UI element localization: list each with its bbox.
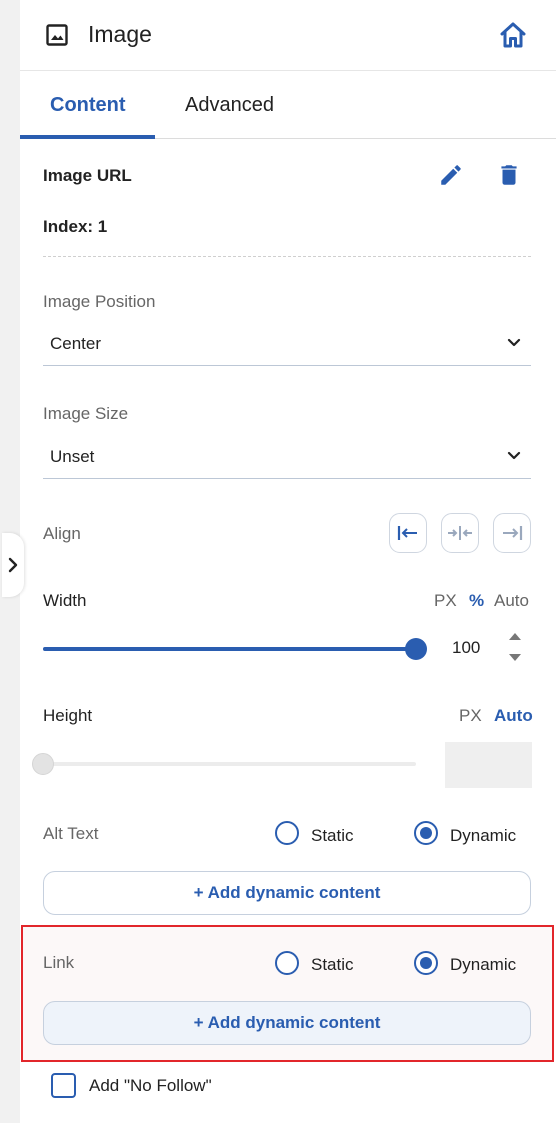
- width-unit-px[interactable]: PX: [434, 591, 457, 611]
- width-slider-fill: [43, 647, 416, 651]
- width-unit-auto[interactable]: Auto: [494, 591, 529, 611]
- active-tab-indicator: [20, 135, 155, 139]
- link-label: Link: [43, 953, 75, 972]
- no-follow-checkbox[interactable]: [51, 1073, 76, 1098]
- image-settings-panel: Image Content Advanced Image URL Index: …: [20, 0, 556, 1123]
- link-dynamic-radio[interactable]: [414, 951, 438, 975]
- height-unit-auto[interactable]: Auto: [494, 706, 533, 726]
- chevron-right-icon: [8, 557, 18, 573]
- alt-text-add-dynamic-button[interactable]: + Add dynamic content: [43, 871, 531, 915]
- trash-icon: [501, 165, 517, 185]
- link-dynamic-label[interactable]: Dynamic: [450, 955, 516, 975]
- align-center-icon: [448, 526, 472, 540]
- stepper-down-icon[interactable]: [507, 653, 523, 663]
- width-value-input[interactable]: 100: [452, 638, 480, 658]
- alt-text-label: Alt Text: [43, 824, 99, 843]
- height-unit-px[interactable]: PX: [459, 706, 482, 726]
- chevron-down-icon: [507, 451, 521, 460]
- alt-text-dynamic-radio[interactable]: [414, 821, 438, 845]
- panel-title: Image: [88, 21, 152, 47]
- no-follow-label[interactable]: Add "No Follow": [89, 1076, 212, 1096]
- tab-bar: Content Advanced: [20, 71, 556, 139]
- link-static-label[interactable]: Static: [311, 955, 354, 975]
- image-position-value: Center: [50, 334, 102, 353]
- delete-image-url-button[interactable]: [494, 159, 524, 191]
- height-label: Height: [43, 706, 93, 725]
- panel-header: Image: [20, 0, 556, 71]
- alt-text-dynamic-label[interactable]: Dynamic: [450, 826, 516, 846]
- image-position-label: Image Position: [43, 292, 156, 311]
- image-size-select[interactable]: Unset: [43, 437, 531, 479]
- tab-content[interactable]: Content: [50, 94, 126, 117]
- align-right-icon: [503, 526, 523, 540]
- stepper-up-icon[interactable]: [507, 631, 523, 641]
- pencil-icon: [441, 165, 461, 185]
- link-static-radio[interactable]: [275, 951, 299, 975]
- height-slider-handle[interactable]: [32, 753, 54, 775]
- expand-panel-button[interactable]: [2, 533, 24, 597]
- alt-text-static-label[interactable]: Static: [311, 826, 354, 846]
- edit-image-url-button[interactable]: [436, 160, 466, 190]
- image-index-text: Index: 1: [43, 217, 108, 236]
- align-left-icon: [397, 526, 417, 540]
- width-label: Width: [43, 591, 87, 610]
- image-size-label: Image Size: [43, 404, 129, 423]
- section-divider: [43, 256, 531, 257]
- height-value-input[interactable]: [445, 742, 532, 788]
- align-label: Align: [43, 524, 81, 543]
- image-icon: [46, 24, 68, 46]
- tab-advanced[interactable]: Advanced: [185, 94, 274, 117]
- width-slider-handle[interactable]: [405, 638, 427, 660]
- chevron-down-icon: [507, 338, 521, 347]
- image-size-value: Unset: [50, 447, 95, 466]
- link-add-dynamic-button[interactable]: + Add dynamic content: [43, 1001, 531, 1045]
- alt-text-static-radio[interactable]: [275, 821, 299, 845]
- image-position-select[interactable]: Center: [43, 324, 531, 366]
- height-slider-track[interactable]: [43, 762, 416, 766]
- image-url-label: Image URL: [43, 166, 132, 185]
- home-icon[interactable]: [498, 20, 528, 50]
- align-left-button[interactable]: [389, 513, 427, 553]
- align-right-button[interactable]: [493, 513, 531, 553]
- align-center-button[interactable]: [441, 513, 479, 553]
- width-unit-percent[interactable]: %: [469, 591, 484, 611]
